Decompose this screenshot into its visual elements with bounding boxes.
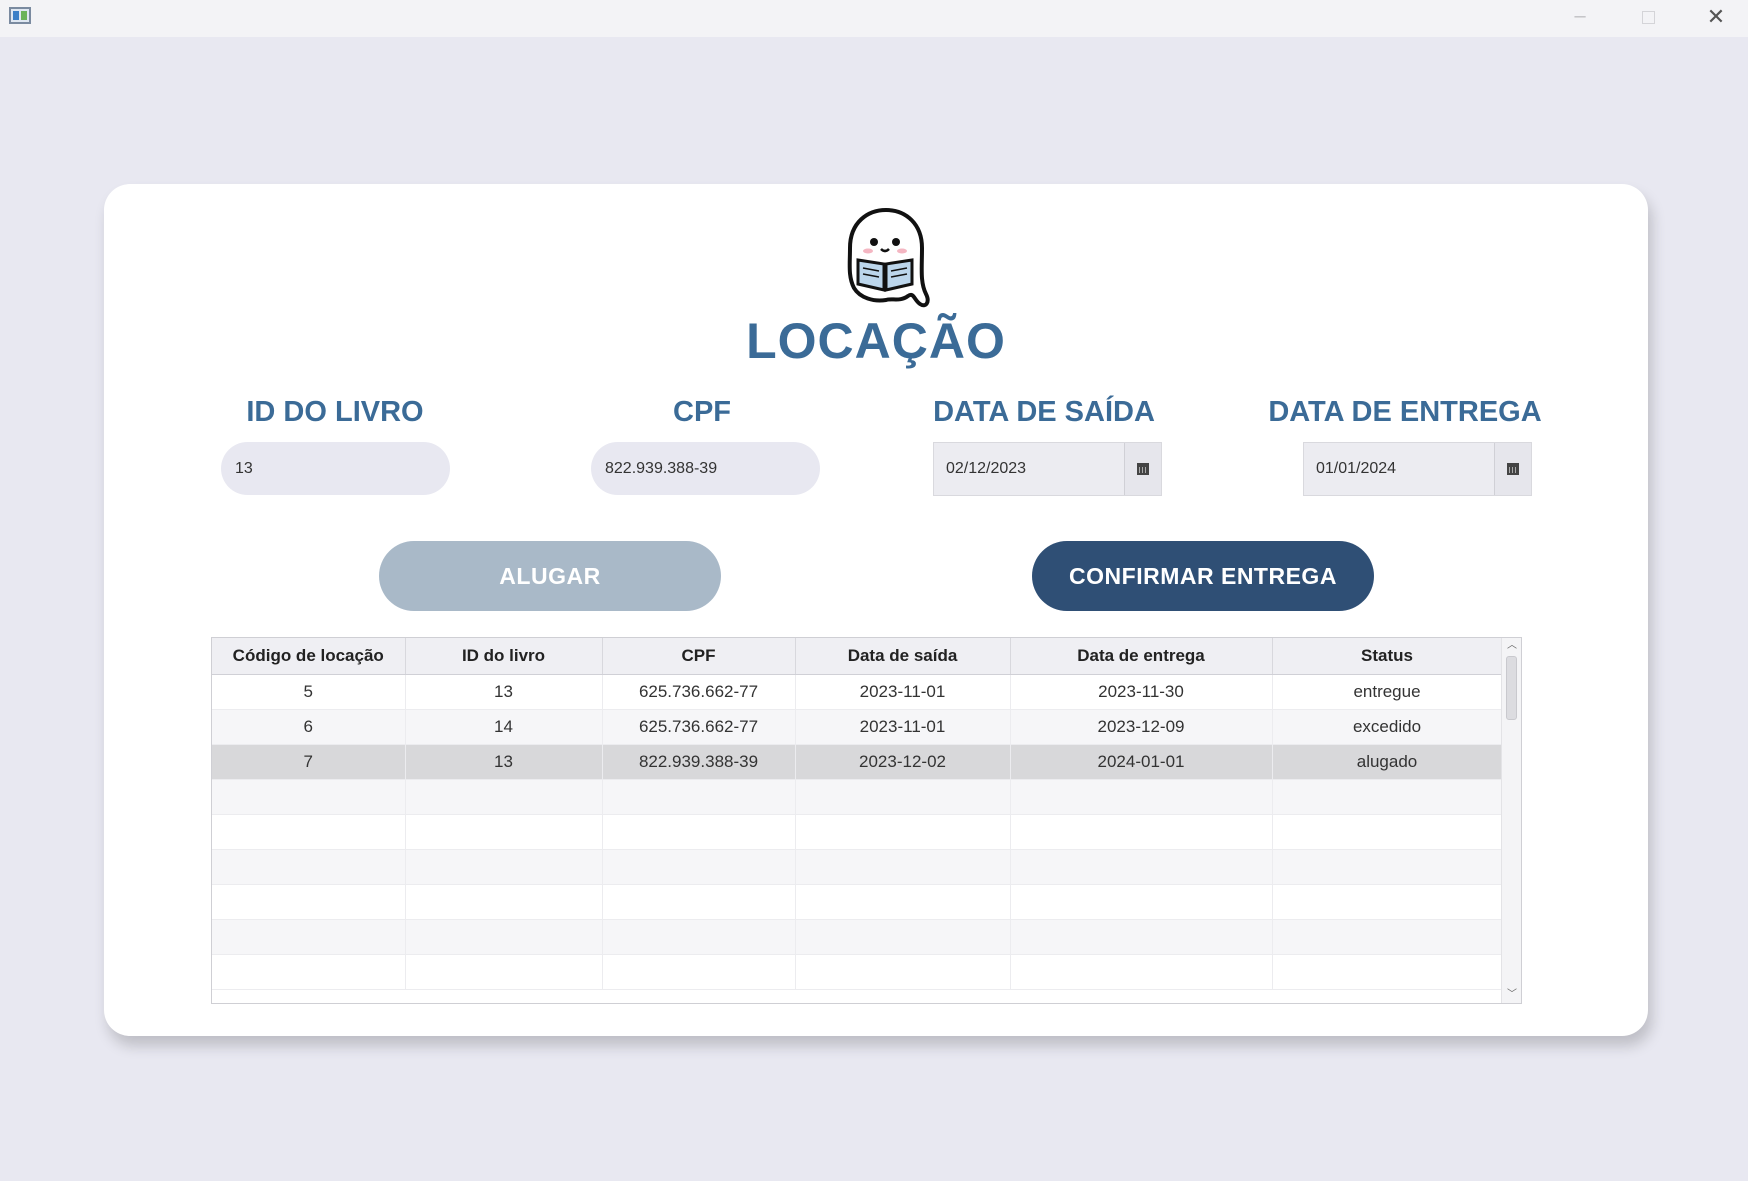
rent-button[interactable]: ALUGAR (379, 541, 721, 611)
departure-date-value[interactable]: 02/12/2023 (946, 443, 1026, 495)
scroll-up-icon[interactable]: ︿ (1502, 638, 1521, 654)
table-row-selected[interactable]: 7 13 822.939.388-39 2023-12-02 2024-01-0… (212, 744, 1503, 780)
table-header-row: Código de locação ID do livro CPF Data d… (212, 638, 1503, 675)
column-header[interactable]: Data de entrega (1010, 638, 1273, 675)
table-cell: 625.736.662-77 (602, 674, 796, 710)
empty-row (212, 954, 1503, 990)
calendar-icon (1507, 463, 1519, 475)
minimize-button[interactable]: ─ (1558, 3, 1602, 31)
column-header[interactable]: Status (1272, 638, 1503, 675)
table-cell: 2023-11-01 (795, 674, 1011, 710)
table-cell: 625.736.662-77 (602, 709, 796, 745)
table-row[interactable]: 5 13 625.736.662-77 2023-11-01 2023-11-3… (212, 674, 1503, 710)
return-date-label: DATA DE ENTREGA (1268, 396, 1542, 428)
table-cell: 2023-11-01 (795, 709, 1011, 745)
window-title-bar: ─ ✕ (0, 0, 1748, 37)
table-cell: 5 (212, 674, 406, 710)
return-date-picker[interactable]: 01/01/2024 (1303, 442, 1532, 496)
column-header[interactable]: CPF (602, 638, 796, 675)
maximize-icon (1641, 10, 1655, 24)
ghost-reading-book-logo (847, 207, 930, 308)
return-date-value[interactable]: 01/01/2024 (1316, 443, 1396, 495)
return-calendar-button[interactable] (1494, 443, 1531, 495)
app-icon (9, 7, 31, 24)
column-header[interactable]: Código de locação (212, 638, 406, 675)
book-id-label: ID DO LIVRO (246, 396, 424, 428)
table-cell: 2024-01-01 (1010, 744, 1273, 780)
table-cell: 14 (405, 709, 603, 745)
empty-row (212, 814, 1503, 850)
departure-date-picker[interactable]: 02/12/2023 (933, 442, 1162, 496)
maximize-button[interactable] (1626, 3, 1670, 31)
table-cell: 13 (405, 674, 603, 710)
table-cell: excedido (1272, 709, 1503, 745)
scroll-down-icon[interactable]: ﹀ (1502, 987, 1521, 1003)
cpf-label: CPF (673, 396, 731, 428)
table-cell: 822.939.388-39 (602, 744, 796, 780)
departure-date-label: DATA DE SAÍDA (933, 396, 1155, 428)
table-cell: alugado (1272, 744, 1503, 780)
table-cell: entregue (1272, 674, 1503, 710)
calendar-icon (1137, 463, 1149, 475)
empty-row (212, 779, 1503, 815)
rental-card: LOCAÇÃO ID DO LIVRO CPF DATA DE SAÍDA DA… (104, 184, 1648, 1036)
empty-row (212, 849, 1503, 885)
vertical-scrollbar[interactable]: ︿ ﹀ (1501, 638, 1521, 1003)
departure-calendar-button[interactable] (1124, 443, 1161, 495)
page-title: LOCAÇÃO (746, 313, 1006, 369)
rentals-table[interactable]: Código de locação ID do livro CPF Data d… (211, 637, 1522, 1004)
column-header[interactable]: Data de saída (795, 638, 1011, 675)
empty-row (212, 884, 1503, 920)
column-header[interactable]: ID do livro (405, 638, 603, 675)
table-cell: 13 (405, 744, 603, 780)
table-cell: 2023-11-30 (1010, 674, 1273, 710)
table-cell: 2023-12-09 (1010, 709, 1273, 745)
confirm-return-button[interactable]: CONFIRMAR ENTREGA (1032, 541, 1374, 611)
table-row[interactable]: 6 14 625.736.662-77 2023-11-01 2023-12-0… (212, 709, 1503, 745)
scroll-thumb[interactable] (1506, 656, 1517, 720)
table-cell: 2023-12-02 (795, 744, 1011, 780)
book-id-input[interactable]: 13 (221, 442, 450, 495)
close-button[interactable]: ✕ (1694, 3, 1738, 31)
cpf-input[interactable]: 822.939.388-39 (591, 442, 820, 495)
table-cell: 7 (212, 744, 406, 780)
table-cell: 6 (212, 709, 406, 745)
empty-row (212, 919, 1503, 955)
